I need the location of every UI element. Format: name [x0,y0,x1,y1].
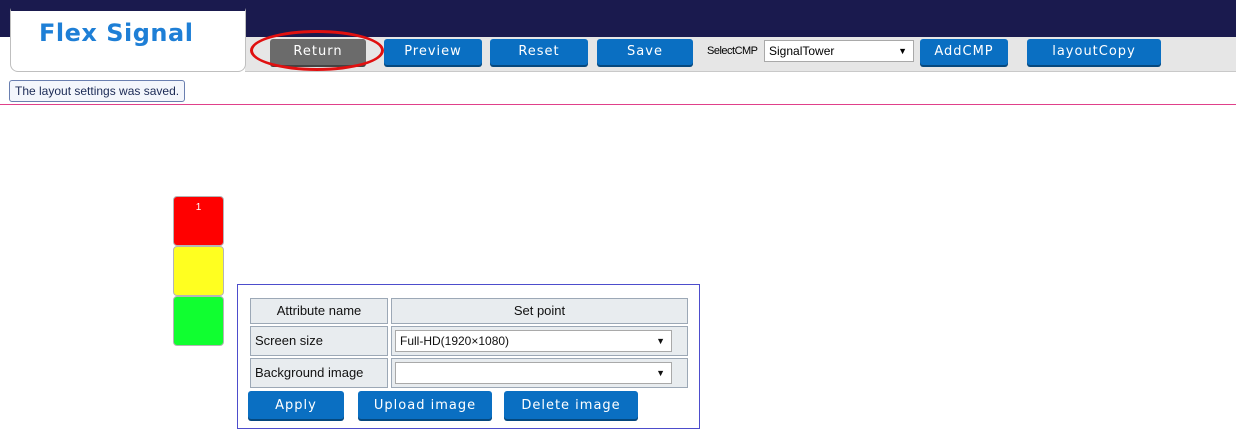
select-cmp-dropdown[interactable]: SignalTower ▼ [764,40,914,62]
divider-line [0,104,1236,105]
background-image-select[interactable]: ▼ [395,362,672,384]
add-cmp-button[interactable]: AddCMP [920,39,1008,65]
reset-button[interactable]: Reset [490,39,588,65]
attribute-panel: Attribute name Set point Screen size Ful… [237,284,700,429]
screen-size-select[interactable]: Full-HD(1920×1080) ▼ [395,330,672,352]
signal-lamp-red[interactable]: 1 [173,196,224,246]
signal-lamp-yellow[interactable] [173,246,224,296]
app-logo: Flex Signal [39,19,194,47]
layout-copy-button[interactable]: layoutCopy [1027,39,1161,65]
background-image-label: Background image [250,358,388,388]
delete-image-button[interactable]: Delete image [504,391,638,419]
header-attribute-name: Attribute name [250,298,388,324]
upload-image-button[interactable]: Upload image [358,391,492,419]
screen-size-value: Full-HD(1920×1080) [400,334,510,348]
preview-button[interactable]: Preview [384,39,482,65]
save-button[interactable]: Save [597,39,693,65]
background-image-cell: ▼ [391,358,688,388]
screen-size-cell: Full-HD(1920×1080) ▼ [391,326,688,356]
apply-button[interactable]: Apply [248,391,344,419]
dropdown-arrow-icon: ▼ [656,336,665,346]
status-message: The layout settings was saved. [9,80,186,102]
return-button[interactable]: Return [270,39,366,65]
header-set-point: Set point [391,298,688,324]
dropdown-arrow-icon: ▼ [656,368,665,378]
lamp-number: 1 [195,202,202,213]
logo-panel: Flex Signal [10,8,246,72]
screen-size-label: Screen size [250,326,388,356]
select-cmp-label: SelectCMP [707,45,758,57]
dropdown-arrow-icon: ▼ [898,46,907,56]
select-cmp-value: SignalTower [769,44,835,58]
signal-lamp-green[interactable] [173,296,224,346]
